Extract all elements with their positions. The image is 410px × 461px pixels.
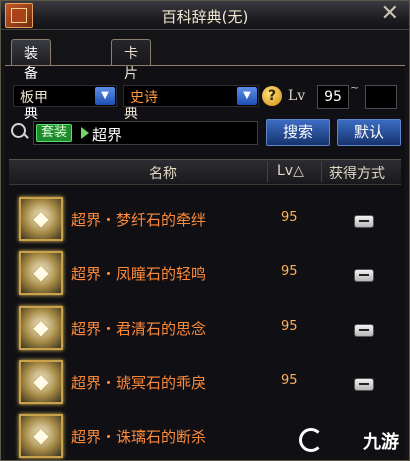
rarity-select[interactable]: 史诗 ▼ <box>123 85 259 107</box>
tab-card-dictionary[interactable]: 卡片辞典 <box>111 39 151 122</box>
level-range-tilde: ~ <box>350 81 360 94</box>
chevron-down-icon[interactable]: ▼ <box>95 87 115 105</box>
set-tag[interactable]: 套装 <box>36 124 73 142</box>
item-level: 95 <box>281 373 298 388</box>
armor-type-value: 板甲 <box>20 90 48 106</box>
header-divider <box>267 162 268 182</box>
item-level: 95 <box>281 210 298 225</box>
table-row[interactable]: 超界・诛璃石的断杀 <box>15 412 325 460</box>
item-name: 超界・凤瞳石的轻鸣 <box>71 265 207 283</box>
header-divider <box>321 162 322 182</box>
search-query: 超界 <box>92 126 123 144</box>
equipment-icon <box>19 197 63 241</box>
minus-icon[interactable] <box>354 324 374 337</box>
close-icon[interactable]: ✕ <box>381 3 399 25</box>
header-name[interactable]: 名称 <box>149 163 177 183</box>
tab-equipment-dictionary[interactable]: 装备辞典 <box>11 39 51 122</box>
minus-icon[interactable] <box>354 269 374 282</box>
chevron-down-icon[interactable]: ▼ <box>237 87 257 105</box>
item-level: 95 <box>281 264 298 279</box>
header-level[interactable]: Lv△ <box>277 163 304 179</box>
armor-type-select[interactable]: 板甲 ▼ <box>13 85 117 107</box>
equipment-icon <box>19 306 63 350</box>
level-label: Lv <box>288 88 306 104</box>
table-row[interactable]: 超界・君清石的思念 95 <box>15 304 325 354</box>
level-max-input[interactable] <box>365 85 397 109</box>
table-header: 名称 Lv△ 获得方式 <box>9 159 401 185</box>
header-source: 获得方式 <box>329 166 385 182</box>
search-icon <box>11 123 26 138</box>
table-row[interactable]: 超界・梦纤石的牵绊 95 <box>15 195 325 245</box>
play-arrow-icon <box>81 127 89 139</box>
table-row[interactable]: 超界・琥冥石的乖戾 95 <box>15 358 325 408</box>
search-input[interactable]: 套装 超界 <box>33 121 258 145</box>
minus-icon[interactable] <box>354 215 374 228</box>
tab-divider <box>5 65 405 66</box>
equipment-icon <box>19 251 63 295</box>
watermark-logo-icon <box>299 428 323 452</box>
minus-icon[interactable] <box>354 378 374 391</box>
item-name: 超界・梦纤石的牵绊 <box>71 211 207 229</box>
equipment-icon <box>19 360 63 404</box>
rarity-value: 史诗 <box>130 90 158 106</box>
table-row[interactable]: 超界・凤瞳石的轻鸣 95 <box>15 249 325 299</box>
item-name: 超界・琥冥石的乖戾 <box>71 374 207 392</box>
help-icon[interactable]: ? <box>262 86 282 106</box>
item-level: 95 <box>281 319 298 334</box>
search-button[interactable]: 搜索 <box>266 119 330 146</box>
item-name: 超界・君清石的思念 <box>71 320 207 338</box>
window-title: 百科辞典(无) <box>161 8 249 26</box>
dictionary-window: 百科辞典(无) ✕ 装备辞典 卡片辞典 板甲 ▼ 史诗 ▼ ? Lv 95 ~ … <box>0 0 410 461</box>
item-name: 超界・诛璃石的断杀 <box>71 428 207 446</box>
watermark: 九游 <box>363 432 399 453</box>
level-min-input[interactable]: 95 <box>317 85 349 109</box>
equipment-icon <box>19 414 63 458</box>
default-button[interactable]: 默认 <box>337 119 401 146</box>
title-bar[interactable]: 百科辞典(无) ✕ <box>1 1 409 30</box>
